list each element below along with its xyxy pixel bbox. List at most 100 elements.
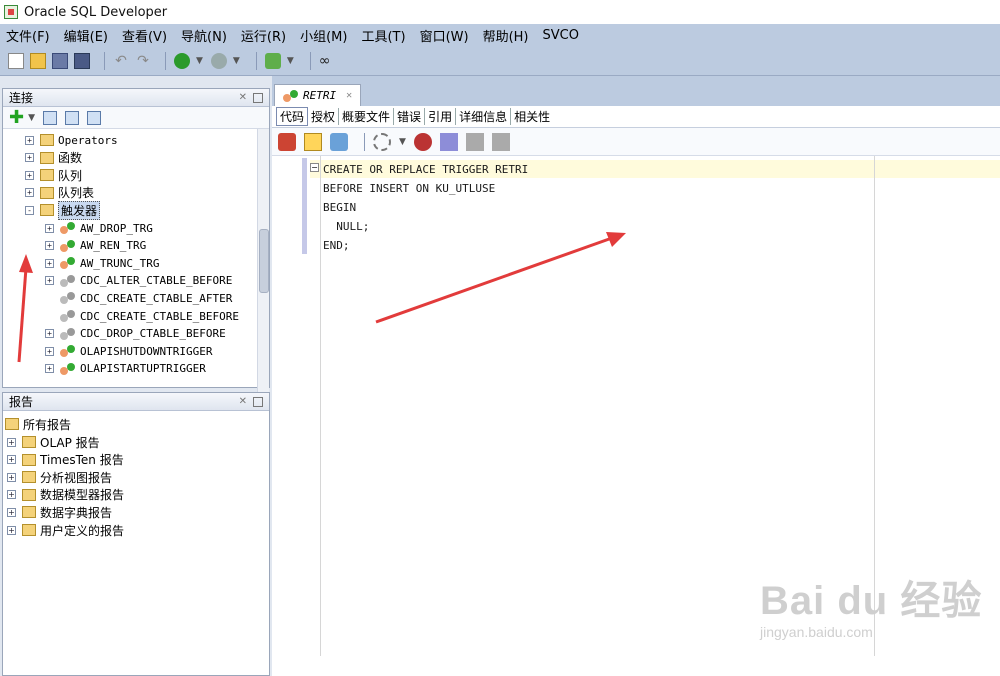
- watermark-url: jingyan.baidu.com: [760, 624, 873, 640]
- undo-icon[interactable]: ↶: [113, 53, 129, 69]
- close-icon[interactable]: ✕: [346, 90, 352, 101]
- report-category[interactable]: + 数据字典报告: [7, 503, 112, 521]
- subtab-dependencies[interactable]: 相关性: [511, 108, 553, 125]
- tree-node[interactable]: + 队列: [25, 166, 82, 184]
- report-category[interactable]: + 数据模型器报告: [7, 486, 124, 504]
- open-folder-icon[interactable]: [30, 52, 46, 69]
- subtab-grants[interactable]: 授权: [308, 108, 340, 125]
- filter-icon[interactable]: [65, 110, 80, 125]
- tree-node[interactable]: + OLAPISHUTDOWNTRIGGER: [45, 342, 212, 360]
- menu-run[interactable]: 运行(R): [241, 26, 286, 45]
- new-file-icon[interactable]: [8, 52, 24, 69]
- forward-dropdown-icon[interactable]: ▼: [233, 56, 240, 66]
- binoculars-icon[interactable]: ∞: [319, 53, 335, 69]
- menu-tools[interactable]: 工具(T): [361, 26, 405, 45]
- report-category[interactable]: + OLAP 报告: [7, 433, 100, 451]
- tree-node-label: Operators: [58, 133, 118, 147]
- tree-node[interactable]: + AW_REN_TRG: [45, 237, 146, 255]
- next-bookmark-icon[interactable]: [491, 132, 510, 151]
- bookmark-icon[interactable]: [439, 132, 458, 151]
- collapse-icon[interactable]: -: [25, 205, 34, 215]
- sql-worksheet-icon[interactable]: [264, 52, 281, 69]
- minimize-icon[interactable]: [253, 92, 263, 103]
- back-dropdown-icon[interactable]: ▼: [196, 56, 203, 66]
- minimize-icon[interactable]: [253, 396, 263, 407]
- expand-icon[interactable]: +: [45, 241, 54, 251]
- tree-node[interactable]: + AW_DROP_TRG: [45, 219, 153, 237]
- subtab-references[interactable]: 引用: [425, 108, 457, 125]
- forward-icon[interactable]: [210, 52, 227, 69]
- tree-node[interactable]: CDC_CREATE_CTABLE_BEFORE: [45, 307, 239, 325]
- sql-dropdown-icon[interactable]: ▼: [287, 56, 294, 66]
- menu-help[interactable]: 帮助(H): [483, 26, 529, 45]
- tree-node[interactable]: + Operators: [25, 131, 118, 149]
- expand-icon[interactable]: +: [25, 188, 34, 198]
- folder-icon: [22, 471, 36, 484]
- reports-root[interactable]: 所有报告: [5, 415, 71, 433]
- tree-node[interactable]: + AW_TRUNC_TRG: [45, 254, 159, 272]
- expand-icon[interactable]: +: [7, 490, 16, 500]
- expand-icon[interactable]: +: [7, 437, 16, 447]
- menu-team[interactable]: 小组(M): [300, 26, 347, 45]
- debug-icon[interactable]: [413, 132, 432, 151]
- back-icon[interactable]: [174, 52, 190, 69]
- menu-file[interactable]: 文件(F): [6, 26, 50, 45]
- save-all-icon[interactable]: [74, 52, 90, 69]
- pin-icon[interactable]: [278, 132, 296, 151]
- add-dropdown-icon[interactable]: ▼: [28, 113, 35, 123]
- compile-icon[interactable]: [330, 132, 348, 151]
- close-icon[interactable]: ✕: [239, 92, 247, 103]
- expand-icon[interactable]: +: [7, 525, 16, 535]
- menu-view[interactable]: 查看(V): [122, 26, 167, 45]
- vertical-scrollbar[interactable]: [257, 129, 269, 393]
- watermark-brand: Bai du 经验: [760, 579, 983, 623]
- gear-icon[interactable]: [373, 132, 391, 151]
- menu-navigate[interactable]: 导航(N): [181, 26, 227, 45]
- add-connection-icon[interactable]: ✚: [9, 108, 24, 127]
- expand-icon[interactable]: +: [25, 153, 34, 163]
- tree-node[interactable]: + OLAPISTARTUPTRIGGER: [45, 360, 206, 378]
- menu-edit[interactable]: 编辑(E): [64, 26, 108, 45]
- expand-icon[interactable]: +: [45, 346, 54, 356]
- expand-icon[interactable]: +: [25, 135, 34, 145]
- gear-dropdown-icon[interactable]: ▼: [399, 137, 406, 147]
- save-icon[interactable]: [52, 52, 68, 69]
- fold-toggle-icon[interactable]: −: [310, 163, 319, 172]
- tree-node[interactable]: + 队列表: [25, 184, 94, 202]
- tree-node[interactable]: + 函数: [25, 149, 82, 167]
- expand-icon[interactable]: +: [25, 170, 34, 180]
- previous-bookmark-icon[interactable]: [465, 132, 484, 151]
- expand-icon[interactable]: +: [7, 455, 16, 465]
- expand-icon[interactable]: +: [45, 329, 54, 339]
- schema-browser-icon[interactable]: [87, 110, 102, 125]
- report-category[interactable]: + TimesTen 报告: [7, 451, 124, 469]
- expand-icon[interactable]: +: [45, 276, 54, 286]
- subtab-details[interactable]: 详细信息: [456, 108, 512, 125]
- tree-node[interactable]: - 触发器: [25, 200, 101, 220]
- close-icon[interactable]: ✕: [239, 396, 247, 407]
- subtab-code[interactable]: 代码: [276, 107, 309, 126]
- code-text[interactable]: CREATE OR REPLACE TRIGGER RETRI BEFORE IN…: [323, 160, 528, 255]
- tree-node[interactable]: CDC_CREATE_CTABLE_AFTER: [45, 289, 232, 307]
- tree-node[interactable]: + CDC_ALTER_CTABLE_BEFORE: [45, 272, 232, 290]
- expand-icon[interactable]: +: [45, 258, 54, 268]
- scrollbar-thumb[interactable]: [259, 229, 269, 293]
- redo-icon[interactable]: ↷: [135, 53, 151, 69]
- report-category[interactable]: + 用户定义的报告: [7, 521, 124, 539]
- report-category[interactable]: + 分析视图报告: [7, 468, 112, 486]
- subtab-profile[interactable]: 概要文件: [339, 108, 395, 125]
- tree-node[interactable]: + CDC_DROP_CTABLE_BEFORE: [45, 325, 226, 343]
- subtab-errors[interactable]: 错误: [394, 108, 426, 125]
- gutter-divider: [320, 156, 321, 656]
- expand-icon[interactable]: +: [45, 364, 54, 374]
- tab-retri[interactable]: RETRI ✕: [274, 84, 362, 106]
- report-category-label: 用户定义的报告: [40, 523, 125, 538]
- expand-icon[interactable]: +: [7, 472, 16, 482]
- menu-svco[interactable]: SVCO: [542, 28, 578, 43]
- expand-icon[interactable]: +: [7, 507, 16, 517]
- edit-icon[interactable]: [304, 132, 322, 151]
- menu-window[interactable]: 窗口(W): [420, 26, 469, 45]
- folder-icon: [40, 134, 54, 146]
- refresh-icon[interactable]: [43, 110, 58, 125]
- expand-icon[interactable]: +: [45, 223, 54, 233]
